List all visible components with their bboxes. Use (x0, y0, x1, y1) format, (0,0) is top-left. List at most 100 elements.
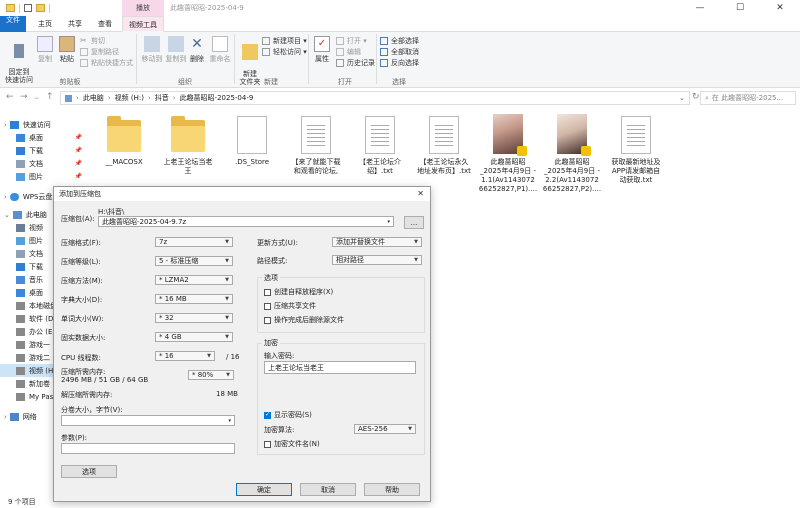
recent-chevron-icon[interactable]: ⌄ (34, 94, 39, 101)
params-input[interactable] (61, 443, 235, 454)
crumb-douyin[interactable]: 抖音 (155, 93, 169, 103)
tab-video-tools[interactable]: 视频工具 (122, 16, 164, 32)
file-item[interactable]: 获取最新地址及 APP请发邮箱自 动获取.txt (606, 116, 666, 185)
show-password-checkbox[interactable]: ✓ 显示密码(S) (264, 410, 312, 420)
drive-icon (16, 327, 25, 336)
back-arrow-icon[interactable]: ← (6, 92, 14, 102)
history-icon (336, 59, 344, 67)
password-input[interactable]: 上老王论坛当老王 (264, 361, 416, 374)
history-button[interactable]: 历史记录 (336, 58, 375, 68)
nav-quick-access[interactable]: › 快速访问 (0, 118, 92, 131)
nav-desktop[interactable]: 桌面 📌 (0, 131, 92, 144)
file-item[interactable]: 此趣蔷昭昭 _2025年4月9日 - 1.1(Av1143072 6625282… (478, 114, 538, 194)
select-all-button[interactable]: 全部选择 (380, 36, 419, 46)
pin-quick-access-button[interactable]: 固定到 快速访问 (4, 36, 34, 84)
mem-percent-select[interactable]: * 80% ▼ (188, 370, 234, 380)
download-icon (16, 146, 25, 155)
copy-button[interactable]: 复制 (34, 36, 56, 64)
file-item[interactable]: 【老王论坛永久 地址发布页】.txt (414, 116, 474, 176)
file-item[interactable]: 上老王论坛当老 王 (158, 116, 218, 176)
level-select[interactable]: 5 - 标准压缩 ▼ (155, 256, 233, 266)
maximize-button[interactable]: ☐ (720, 0, 760, 16)
shared-checkbox[interactable]: 压缩共享文件 (264, 301, 316, 311)
nav-downloads[interactable]: 下载 📌 (0, 144, 92, 157)
copy-to-button[interactable]: 复制到 (164, 36, 188, 64)
dialog-close-icon[interactable]: ✕ (417, 187, 424, 201)
word-select[interactable]: * 32 ▼ (155, 313, 233, 323)
archive-name-input[interactable]: 此趣蔷昭昭-2025-04-9.7z ▾ (98, 216, 394, 227)
ok-button[interactable]: 确定 (236, 483, 292, 496)
open-button[interactable]: 打开 ▾ (336, 36, 367, 46)
chevron-down-icon: ▼ (225, 277, 229, 283)
nav-label: 桌面 (29, 133, 43, 142)
file-item[interactable]: 【老王论坛介 绍】.txt (350, 116, 410, 176)
file-item[interactable]: .DS_Store (222, 116, 282, 167)
delete-button[interactable]: ✕ 删除 (188, 36, 206, 64)
chevron-down-icon: ▼ (207, 353, 211, 359)
refresh-icon[interactable]: ↻ (692, 92, 700, 102)
tab-home[interactable]: 主页 (32, 16, 58, 32)
search-input[interactable]: ⌕ 在 此趣蔷昭昭-2025... (700, 91, 796, 105)
split-size-input[interactable]: ▾ (61, 415, 235, 426)
nav-label: 图片 (29, 236, 43, 245)
tab-view[interactable]: 查看 (92, 16, 118, 32)
file-item[interactable]: 此趣蔷昭昭 _2025年4月9日 - 2.2(Av1143072 6625282… (542, 114, 602, 194)
encrypt-names-checkbox[interactable]: 加密文件名(N) (264, 439, 320, 449)
rename-button[interactable]: 重命名 (208, 36, 232, 64)
path-select[interactable]: 相对路径 ▼ (332, 255, 422, 265)
chevron-down-icon: ▼ (225, 296, 229, 302)
cut-button[interactable]: ✂ 剪切 (80, 36, 105, 46)
file-item[interactable]: __MACOSX (94, 116, 154, 167)
new-item-button[interactable]: 新建项目 ▾ (262, 36, 307, 46)
delete-x-icon: ✕ (191, 36, 203, 52)
select-none-button[interactable]: 全部取消 (380, 47, 419, 57)
solid-select[interactable]: * 4 GB ▼ (155, 332, 233, 342)
copy-path-button[interactable]: 复制路径 (80, 47, 119, 57)
file-item[interactable]: 【来了就能下载 和观看的论坛, (286, 116, 346, 176)
address-bar[interactable]: › 此电脑 › 视频 (H:) › 抖音 › 此趣蔷昭昭-2025-04-9 ⌄ (60, 91, 690, 105)
options-button[interactable]: 选项 (61, 465, 117, 478)
delete-after-checkbox[interactable]: 操作完成后删除源文件 (264, 315, 344, 325)
threads-select[interactable]: * 16 ▼ (155, 351, 215, 361)
minimize-button[interactable]: — (680, 0, 720, 16)
forward-arrow-icon[interactable]: → (20, 92, 28, 102)
cancel-button[interactable]: 取消 (300, 483, 356, 496)
invert-selection-button[interactable]: 反向选择 (380, 58, 419, 68)
file-name: 【来了就能下载 和观看的论坛, (291, 158, 341, 175)
properties-icon[interactable] (24, 4, 32, 12)
tab-file[interactable]: 文件 (0, 16, 26, 32)
crumb-video-drive[interactable]: 视频 (H:) (115, 93, 144, 103)
nav-pictures[interactable]: 图片 📌 (0, 170, 92, 183)
close-button[interactable]: ✕ (760, 0, 800, 16)
tool-tab-play[interactable]: 播放 (122, 0, 164, 16)
paste-shortcut-button[interactable]: 粘贴快捷方式 (80, 58, 133, 68)
copy-to-icon (168, 36, 184, 52)
format-select[interactable]: 7z ▼ (155, 237, 233, 247)
crumb-this-pc[interactable]: 此电脑 (83, 93, 104, 103)
method-select[interactable]: * LZMA2 ▼ (155, 275, 233, 285)
paste-button[interactable]: 粘贴 (56, 36, 78, 64)
word-value: * 32 (159, 314, 174, 322)
pc-icon (12, 210, 22, 219)
archive-dropdown-icon[interactable]: ▾ (387, 219, 390, 225)
copy-icon (37, 36, 53, 52)
dict-select[interactable]: * 16 MB ▼ (155, 294, 233, 304)
crumb-current-folder[interactable]: 此趣蔷昭昭-2025-04-9 (180, 93, 254, 103)
edit-button[interactable]: 编辑 (336, 47, 361, 57)
word-label: 单词大小(W): (61, 315, 104, 323)
update-select[interactable]: 添加并替换文件 ▼ (332, 237, 422, 247)
move-to-button[interactable]: 移动到 (140, 36, 164, 64)
browse-button[interactable]: ... (404, 216, 424, 229)
enc-method-select[interactable]: AES-256 ▼ (354, 424, 416, 434)
tab-share[interactable]: 共享 (62, 16, 88, 32)
paste-label: 粘贴 (60, 55, 74, 63)
nav-documents[interactable]: 文档 📌 (0, 157, 92, 170)
easy-access-button[interactable]: 轻松访问 ▾ (262, 47, 307, 57)
properties-button[interactable]: ✓ 属性 (312, 36, 332, 64)
checkbox-icon (264, 288, 271, 296)
sfx-checkbox[interactable]: 创建自释放程序(X) (264, 287, 333, 297)
up-arrow-icon[interactable]: ↑ (46, 92, 54, 102)
address-dropdown-icon[interactable]: ⌄ (679, 94, 685, 102)
new-folder-icon[interactable] (36, 4, 45, 12)
help-button[interactable]: 帮助 (364, 483, 420, 496)
